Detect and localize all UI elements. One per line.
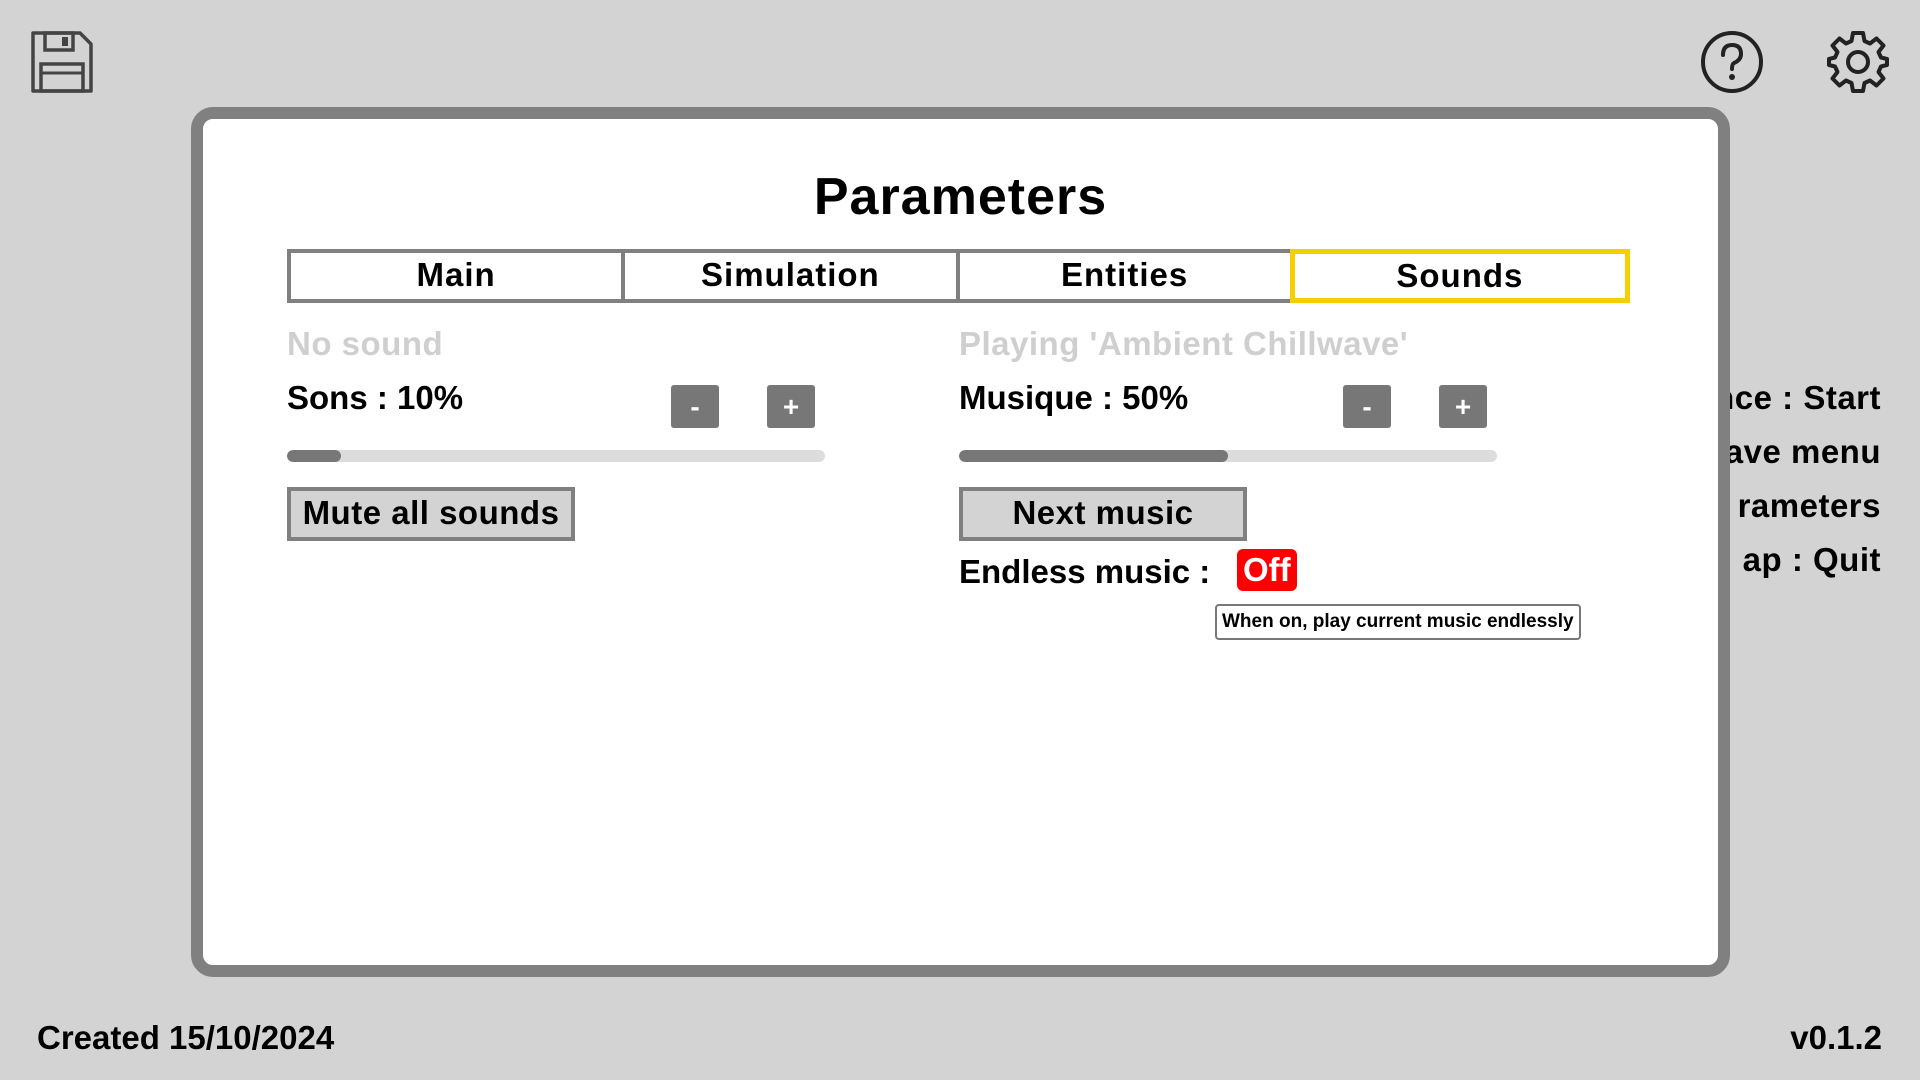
mute-all-sounds-button[interactable]: Mute all sounds — [287, 487, 575, 541]
sound-volume-increase-button[interactable]: + — [767, 385, 815, 428]
tab-sounds[interactable]: Sounds — [1289, 249, 1630, 303]
music-section: Playing 'Ambient Chillwave' Musique : 50… — [959, 325, 1581, 685]
sound-status: No sound — [287, 325, 444, 362]
help-icon[interactable] — [1700, 30, 1764, 94]
tab-main[interactable]: Main — [287, 249, 626, 303]
music-volume-fill — [959, 450, 1228, 462]
endless-music-toggle[interactable]: Off — [1237, 549, 1297, 591]
parameters-panel: Parameters Main Simulation Entities Soun… — [191, 107, 1730, 977]
page-title: Parameters — [813, 168, 1108, 226]
version-label: v0.1.2 — [1790, 1019, 1882, 1056]
tab-bar: Main Simulation Entities Sounds — [287, 249, 1630, 303]
music-volume-slider[interactable] — [959, 450, 1497, 462]
sound-volume-decrease-button[interactable]: - — [671, 385, 719, 428]
created-date: Created 15/10/2024 — [37, 1019, 335, 1056]
music-volume-decrease-button[interactable]: - — [1343, 385, 1391, 428]
music-volume-label: Musique : 50% — [959, 379, 1189, 416]
tab-entities[interactable]: Entities — [955, 249, 1294, 303]
endless-music-label: Endless music : — [959, 553, 1211, 590]
sound-volume-label: Sons : 10% — [287, 379, 464, 416]
save-icon[interactable] — [30, 30, 94, 94]
sound-volume-slider[interactable] — [287, 450, 825, 462]
next-music-button[interactable]: Next music — [959, 487, 1247, 541]
gear-icon[interactable] — [1826, 30, 1890, 94]
music-volume-increase-button[interactable]: + — [1439, 385, 1487, 428]
sound-volume-fill — [287, 450, 341, 462]
endless-music-tooltip: When on, play current music endlessly — [1215, 604, 1581, 640]
sounds-section: No sound Sons : 10% - + Mute all sounds — [287, 325, 847, 685]
tab-simulation[interactable]: Simulation — [621, 249, 960, 303]
music-status: Playing 'Ambient Chillwave' — [959, 325, 1409, 362]
